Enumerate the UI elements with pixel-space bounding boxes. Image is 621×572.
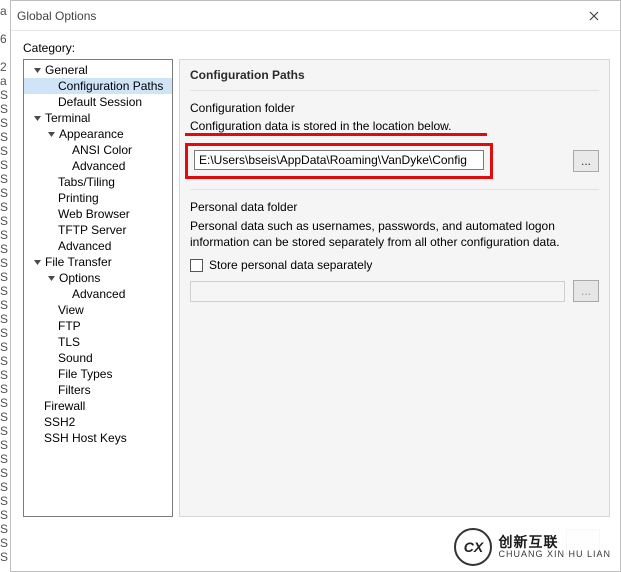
tree-ansi-color[interactable]: ANSI Color	[24, 142, 172, 158]
watermark-py: CHUANG XIN HU LIAN	[498, 550, 611, 559]
tree-label: Firewall	[44, 399, 85, 413]
tree-label: Tabs/Tiling	[58, 175, 115, 189]
separator	[190, 189, 599, 190]
personal-folder-input	[190, 281, 565, 302]
watermark: CX 创新互联 CHUANG XIN HU LIAN	[452, 526, 617, 568]
tree-web[interactable]: Web Browser	[24, 206, 172, 222]
highlight-top-border	[185, 133, 487, 136]
tree-appearance[interactable]: Appearance	[24, 126, 172, 142]
store-personal-checkbox-row[interactable]: Store personal data separately	[190, 258, 599, 272]
settings-panel: Configuration Paths Configuration folder…	[179, 59, 610, 517]
tree-label: Printing	[58, 191, 99, 205]
category-label: Category:	[23, 41, 610, 55]
tree-general[interactable]: General	[24, 62, 172, 78]
tree-filters[interactable]: Filters	[24, 382, 172, 398]
checkbox-icon[interactable]	[190, 259, 203, 272]
tree-label: File Transfer	[45, 255, 112, 269]
columns: General Configuration Paths Default Sess…	[23, 59, 610, 517]
tree-printing[interactable]: Printing	[24, 190, 172, 206]
window-title: Global Options	[17, 9, 574, 23]
close-button[interactable]	[574, 2, 614, 30]
tree-ftp[interactable]: FTP	[24, 318, 172, 334]
config-folder-row: ...	[190, 143, 599, 179]
tree-label: Advanced	[72, 159, 125, 173]
tree-options[interactable]: Options	[24, 270, 172, 286]
tree-label: General	[45, 63, 88, 77]
config-folder-input[interactable]	[194, 150, 484, 170]
tree-ssh2[interactable]: SSH2	[24, 414, 172, 430]
tree-ssh-host-keys[interactable]: SSH Host Keys	[24, 430, 172, 446]
personal-data-label: Personal data folder	[190, 200, 599, 214]
tree-label: SSH Host Keys	[44, 431, 127, 445]
tree-label: Configuration Paths	[58, 79, 163, 93]
tree-label: Terminal	[45, 111, 90, 125]
dialog-body: Category: General Configuration Paths De…	[11, 31, 620, 571]
tree-tls[interactable]: TLS	[24, 334, 172, 350]
tree-label: Web Browser	[58, 207, 130, 221]
caret-down-icon	[32, 65, 43, 76]
tree-label: TLS	[58, 335, 80, 349]
tree-config-paths[interactable]: Configuration Paths	[24, 78, 172, 94]
config-folder-label: Configuration folder	[190, 101, 599, 115]
tree-label: Appearance	[59, 127, 124, 141]
store-personal-checkbox-label: Store personal data separately	[209, 258, 372, 272]
tree-label: Advanced	[58, 239, 111, 253]
caret-down-icon	[46, 273, 57, 284]
personal-folder-row: ...	[190, 280, 599, 302]
tree-adv-appearance[interactable]: Advanced	[24, 158, 172, 174]
tree-label: Default Session	[58, 95, 142, 109]
watermark-logo-icon: CX	[454, 528, 492, 566]
titlebar: Global Options	[11, 1, 620, 31]
tree-sound[interactable]: Sound	[24, 350, 172, 366]
tree-adv-ft[interactable]: Advanced	[24, 286, 172, 302]
tree-label: File Types	[58, 367, 112, 381]
tree-label: Filters	[58, 383, 91, 397]
tree-label: SSH2	[44, 415, 75, 429]
config-folder-highlight	[185, 143, 493, 179]
browse-config-button[interactable]: ...	[573, 150, 599, 172]
tree-firewall[interactable]: Firewall	[24, 398, 172, 414]
panel-title: Configuration Paths	[190, 68, 599, 91]
global-options-dialog: Global Options Category: General Configu…	[10, 0, 621, 572]
tree-terminal[interactable]: Terminal	[24, 110, 172, 126]
watermark-text: 创新互联 CHUANG XIN HU LIAN	[498, 535, 611, 559]
tree-label: FTP	[58, 319, 81, 333]
tree-tabs[interactable]: Tabs/Tiling	[24, 174, 172, 190]
caret-down-icon	[32, 113, 43, 124]
personal-data-desc: Personal data such as usernames, passwor…	[190, 218, 599, 250]
tree-label: Options	[59, 271, 100, 285]
tree-view[interactable]: View	[24, 302, 172, 318]
watermark-cn: 创新互联	[498, 535, 611, 550]
left-gutter: a62aSSSSSSSSSSSSSSSSSSSSSSSSSSSSSSSSSS	[0, 0, 10, 572]
tree-label: TFTP Server	[58, 223, 126, 237]
tree-default-session[interactable]: Default Session	[24, 94, 172, 110]
tree-tftp[interactable]: TFTP Server	[24, 222, 172, 238]
tree-file-transfer[interactable]: File Transfer	[24, 254, 172, 270]
caret-down-icon	[32, 257, 43, 268]
category-tree[interactable]: General Configuration Paths Default Sess…	[23, 59, 173, 517]
tree-label: View	[58, 303, 84, 317]
tree-label: Sound	[58, 351, 93, 365]
ellipsis-icon: ...	[581, 284, 591, 298]
caret-down-icon	[46, 129, 57, 140]
tree-label: Advanced	[72, 287, 125, 301]
tree-adv-term[interactable]: Advanced	[24, 238, 172, 254]
tree-label: ANSI Color	[72, 143, 132, 157]
close-icon	[589, 11, 599, 21]
browse-personal-button: ...	[573, 280, 599, 302]
tree-file-types[interactable]: File Types	[24, 366, 172, 382]
ellipsis-icon: ...	[581, 154, 591, 168]
